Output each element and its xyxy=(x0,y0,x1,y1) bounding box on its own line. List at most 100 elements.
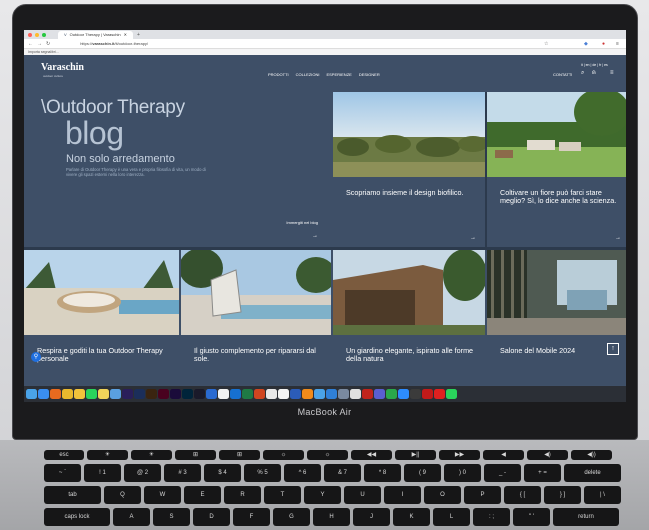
nav-item-prodotti[interactable]: PRODOTTI xyxy=(268,72,289,77)
reload-icon[interactable]: ↻ xyxy=(46,41,50,47)
key-a[interactable]: A xyxy=(113,508,150,526)
app-icon[interactable] xyxy=(338,388,349,400)
tab-close-icon[interactable]: ✕ xyxy=(124,31,127,39)
new-tab-button[interactable]: + xyxy=(137,32,140,38)
key-6[interactable]: ^ 6 xyxy=(284,464,321,482)
menu-icon[interactable]: ≡ xyxy=(616,41,619,47)
key-[interactable]: ◀)) xyxy=(571,450,612,460)
key-q[interactable]: Q xyxy=(104,486,141,504)
language-switcher[interactable]: it | en | de | fr | es xyxy=(581,63,608,67)
notes-icon[interactable] xyxy=(98,388,109,400)
photoshop-icon[interactable] xyxy=(134,388,145,400)
key-d[interactable]: D xyxy=(193,508,230,526)
bookmark-item[interactable]: Importa segnalibri... xyxy=(28,50,59,54)
safari-icon[interactable] xyxy=(38,388,49,400)
back-icon[interactable]: ← xyxy=(28,41,33,47)
key-capslock[interactable]: caps lock xyxy=(44,508,110,526)
bridge-icon[interactable] xyxy=(194,388,205,400)
blog-card[interactable]: Scopriamo insieme il design biofilico. → xyxy=(333,92,485,247)
photos-icon[interactable] xyxy=(74,388,85,400)
hamburger-menu-icon[interactable]: ≡ xyxy=(610,70,614,76)
key-[interactable]: _ - xyxy=(484,464,521,482)
blog-card[interactable]: Coltivare un fiore può farci stare megli… xyxy=(487,92,626,247)
key-y[interactable]: Y xyxy=(304,486,341,504)
key-3[interactable]: # 3 xyxy=(164,464,201,482)
card-arrow-icon[interactable]: → xyxy=(470,235,476,241)
key-9[interactable]: ( 9 xyxy=(404,464,441,482)
key-[interactable]: + = xyxy=(524,464,561,482)
key-tab[interactable]: tab xyxy=(44,486,101,504)
key-w[interactable]: W xyxy=(144,486,181,504)
key-[interactable]: ⊞ xyxy=(175,450,216,460)
key-[interactable]: | \ xyxy=(584,486,621,504)
profile-icon[interactable]: ● xyxy=(602,41,605,47)
key-[interactable]: ~ ` xyxy=(44,464,81,482)
key-[interactable]: ☼ xyxy=(263,450,304,460)
app-icon[interactable] xyxy=(410,388,421,400)
key-[interactable]: ☀ xyxy=(87,450,128,460)
key-k[interactable]: K xyxy=(393,508,430,526)
key-r[interactable]: R xyxy=(224,486,261,504)
site-logo[interactable]: Varaschin xyxy=(41,62,84,73)
illustrator-icon[interactable] xyxy=(146,388,157,400)
contact-link[interactable]: CONTATTI xyxy=(553,72,572,77)
app-icon[interactable] xyxy=(206,388,217,400)
key-esc[interactable]: esc xyxy=(44,450,84,460)
key-g[interactable]: G xyxy=(273,508,310,526)
key-5[interactable]: % 5 xyxy=(244,464,281,482)
key-4[interactable]: $ 4 xyxy=(204,464,241,482)
key-[interactable]: ◀ xyxy=(483,450,524,460)
acrobat-icon[interactable] xyxy=(422,388,433,400)
excel-icon[interactable] xyxy=(242,388,253,400)
browser-tab[interactable]: V Outdoor Therapy | Varaschin ✕ xyxy=(58,30,133,39)
blog-card[interactable]: Il giusto complemento per ripararsi dal … xyxy=(181,250,331,385)
key-delete[interactable]: delete xyxy=(564,464,621,482)
key-l[interactable]: L xyxy=(433,508,470,526)
preview-icon[interactable] xyxy=(266,388,277,400)
nav-item-designer[interactable]: DESIGNER xyxy=(359,72,380,77)
filezilla-icon[interactable] xyxy=(362,388,373,400)
key-h[interactable]: H xyxy=(313,508,350,526)
chrome-icon[interactable] xyxy=(62,388,73,400)
spotify-icon[interactable] xyxy=(86,388,97,400)
after-effects-icon[interactable] xyxy=(122,388,133,400)
address-bar[interactable]: https://varaschin.it/it/outdoor-therapy/ xyxy=(80,41,148,46)
blog-card[interactable]: Un giardino elegante, ispirato alle form… xyxy=(333,250,485,385)
zoom-icon[interactable] xyxy=(398,388,409,400)
bookmark-star-icon[interactable]: ☆ xyxy=(544,41,548,47)
key-[interactable]: ◀) xyxy=(527,450,568,460)
key-8[interactable]: * 8 xyxy=(364,464,401,482)
notes-icon[interactable] xyxy=(350,388,361,400)
finder-icon[interactable] xyxy=(314,388,325,400)
key-return[interactable]: return xyxy=(553,508,619,526)
key-i[interactable]: I xyxy=(384,486,421,504)
nav-item-collezioni[interactable]: COLLEZIONI xyxy=(296,72,320,77)
key-[interactable]: : ; xyxy=(473,508,510,526)
nav-item-esperienze[interactable]: ESPERIENZE xyxy=(326,72,351,77)
key-[interactable]: ☼ xyxy=(307,450,348,460)
teams-icon[interactable] xyxy=(374,388,385,400)
chrome-icon[interactable] xyxy=(218,388,229,400)
user-icon[interactable]: ⍝ xyxy=(592,70,596,77)
blog-cta-link[interactable]: Immergiti nel blog xyxy=(282,220,318,225)
app-icon[interactable] xyxy=(326,388,337,400)
scroll-to-top-button[interactable]: ↑ xyxy=(607,343,619,355)
blog-card[interactable]: Respira e goditi la tua Outdoor Therapy … xyxy=(24,250,179,385)
key-[interactable]: { [ xyxy=(504,486,541,504)
cta-arrow-icon[interactable]: → xyxy=(312,233,318,239)
key-o[interactable]: O xyxy=(424,486,461,504)
key-[interactable]: ◀◀ xyxy=(351,450,392,460)
finder-icon[interactable] xyxy=(26,388,37,400)
powerpoint-icon[interactable] xyxy=(254,388,265,400)
key-[interactable]: ▶|| xyxy=(395,450,436,460)
key-[interactable]: ☀ xyxy=(131,450,172,460)
key-[interactable]: } ] xyxy=(544,486,581,504)
word-icon[interactable] xyxy=(290,388,301,400)
key-e[interactable]: E xyxy=(184,486,221,504)
blog-card[interactable]: Salone del Mobile 2024 ↑ xyxy=(487,250,626,385)
whatsapp-icon[interactable] xyxy=(446,388,457,400)
key-0[interactable]: ) 0 xyxy=(444,464,481,482)
key-[interactable]: " ' xyxy=(513,508,550,526)
key-[interactable]: ▶▶ xyxy=(439,450,480,460)
key-p[interactable]: P xyxy=(464,486,501,504)
